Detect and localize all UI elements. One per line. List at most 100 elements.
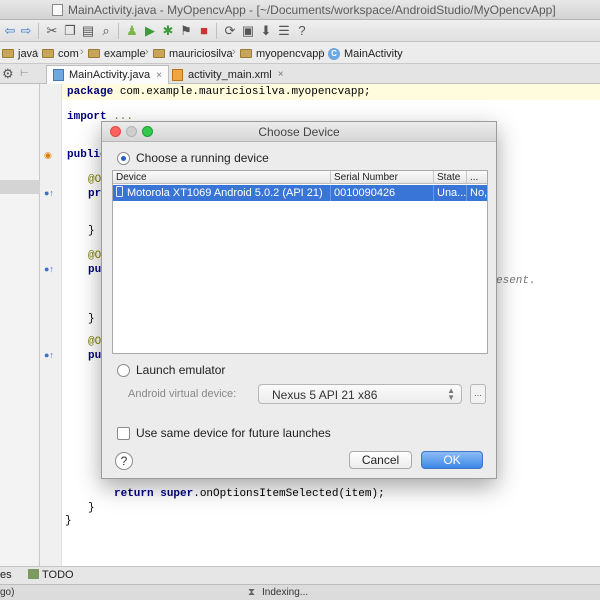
device-table-header: Device Serial Number State ...	[113, 171, 487, 184]
avd-select[interactable]: Nexus 5 API 21 x86 ▲ ▼	[258, 384, 462, 404]
breadcrumb-item-java[interactable]: java	[2, 46, 38, 61]
paste-icon[interactable]: ▤	[80, 23, 96, 39]
help-icon[interactable]: ?	[294, 23, 310, 39]
code-method-start: pr	[88, 188, 102, 200]
running-device-radio-row[interactable]: Choose a running device	[117, 151, 269, 165]
toolbar-separator	[216, 23, 217, 39]
copy-icon[interactable]: ❐	[62, 23, 78, 39]
code-annotation: @O	[88, 174, 102, 186]
sdk-manager-icon[interactable]: ⬇	[258, 23, 274, 39]
folder-icon	[42, 49, 54, 58]
run-icon[interactable]: ▶	[142, 23, 158, 39]
state-cell: Una...	[434, 185, 467, 201]
same-device-checkbox-row[interactable]: Use same device for future launches	[117, 426, 331, 440]
override-marker-icon[interactable]: ●↑	[44, 350, 54, 360]
launch-emulator-label: Launch emulator	[136, 363, 226, 377]
breadcrumb-item-myopencvapp[interactable]: myopencvapp	[240, 46, 325, 61]
attach-debugger-icon[interactable]: ⚑	[178, 23, 194, 39]
code-method-start: pu	[88, 350, 102, 362]
toolbar-separator	[38, 23, 39, 39]
folder-icon	[88, 49, 100, 58]
tab-mainactivity-java[interactable]: MainActivity.java ×	[46, 65, 169, 84]
override-marker-icon[interactable]: ●↑	[44, 264, 54, 274]
breadcrumb-separator: ›	[80, 46, 84, 58]
avd-manager-icon[interactable]: ▣	[240, 23, 256, 39]
find-icon[interactable]: ⌕	[98, 23, 114, 39]
window-title: MainActivity.java - MyOpencvApp - [~/Doc…	[68, 3, 556, 17]
avd-selected-value: Nexus 5 API 21 x86	[272, 388, 378, 402]
status-message: go)	[0, 587, 15, 598]
avd-label: Android virtual device:	[128, 388, 237, 400]
breadcrumb-separator: ›	[34, 46, 38, 58]
launch-emulator-radio-row[interactable]: Launch emulator	[117, 363, 225, 377]
running-device-radio[interactable]	[117, 151, 130, 165]
breadcrumb-item-example[interactable]: example	[88, 46, 146, 61]
editor-tabs: ⚙ ⊢ MainActivity.java × activity_main.xm…	[0, 64, 600, 84]
dialog-title: Choose Device	[258, 125, 340, 139]
java-file-icon	[53, 69, 64, 81]
column-header-device[interactable]: Device	[113, 171, 331, 184]
column-header-serial[interactable]: Serial Number	[331, 171, 434, 184]
column-header-state[interactable]: State	[434, 171, 467, 184]
tab-activity-main-xml[interactable]: activity_main.xml ×	[166, 65, 290, 84]
folder-icon	[2, 49, 14, 58]
code-brace: }	[65, 515, 72, 527]
toolbar-separator	[118, 23, 119, 39]
folder-icon	[153, 49, 165, 58]
xml-file-icon	[172, 68, 183, 81]
tool-window-messages[interactable]: es	[0, 569, 12, 581]
help-button[interactable]: ?	[115, 452, 133, 470]
browse-avd-button[interactable]: ...	[470, 384, 486, 404]
close-icon[interactable]: ×	[278, 69, 284, 80]
back-arrow-icon[interactable]: ⇦	[2, 23, 18, 39]
launch-emulator-radio[interactable]	[117, 363, 130, 377]
project-panel[interactable]	[0, 84, 40, 566]
sync-icon[interactable]: ⟳	[222, 23, 238, 39]
selected-tree-item[interactable]	[0, 180, 40, 194]
todo-icon	[28, 569, 39, 579]
breadcrumb-separator: ›	[320, 46, 324, 58]
breadcrumb-item-mauriciosilva[interactable]: mauriciosilva	[153, 46, 233, 61]
same-device-label: Use same device for future launches	[136, 426, 331, 440]
code-comment: esent.	[496, 275, 536, 287]
forward-arrow-icon[interactable]: ⇨	[18, 23, 34, 39]
same-device-checkbox[interactable]	[117, 426, 130, 440]
tool-window-bar: es TODO	[0, 566, 600, 584]
code-brace: }	[88, 225, 95, 237]
window-title-bar: MainActivity.java - MyOpencvApp - [~/Doc…	[0, 0, 600, 20]
status-bar: go) ⧗ Indexing...	[0, 584, 600, 600]
code-brace: }	[88, 313, 95, 325]
table-row[interactable]: Motorola XT1069 Android 5.0.2 (API 21) 0…	[113, 185, 487, 201]
main-toolbar: ⇦ ⇨ ✂ ❐ ▤ ⌕ ♟ ▶ ✱ ⚑ ■ ⟳ ▣ ⬇ ☰ ?	[0, 20, 600, 42]
ok-button[interactable]: OK	[421, 451, 483, 469]
breadcrumb-separator: ›	[232, 46, 236, 58]
cancel-button[interactable]: Cancel	[349, 451, 412, 469]
dialog-title-bar: Choose Device	[102, 122, 496, 142]
tool-window-todo[interactable]: TODO	[28, 569, 74, 581]
device-cell: Motorola XT1069 Android 5.0.2 (API 21)	[113, 185, 331, 201]
gear-icon[interactable]: ⚙	[2, 66, 14, 82]
editor-gutter[interactable]: ◉ ●↑ ●↑ ●↑	[40, 84, 62, 566]
monitor-icon[interactable]: ☰	[276, 23, 292, 39]
select-arrows-icon: ▲ ▼	[447, 386, 455, 402]
column-header-more[interactable]: ...	[467, 171, 487, 184]
folder-icon	[240, 49, 252, 58]
indexing-status: Indexing...	[262, 587, 309, 598]
hide-panel-icon[interactable]: ⊢	[20, 68, 29, 79]
override-marker-icon[interactable]: ●↑	[44, 188, 54, 198]
android-icon[interactable]: ♟	[124, 23, 140, 39]
close-icon[interactable]: ×	[156, 70, 162, 81]
choose-device-dialog: Choose Device Choose a running device De…	[101, 121, 497, 479]
class-icon: C	[328, 47, 340, 60]
breadcrumb-item-mainactivity[interactable]: C MainActivity	[328, 46, 403, 61]
phone-icon	[116, 186, 123, 197]
stop-icon[interactable]: ■	[196, 23, 212, 39]
device-table[interactable]: Device Serial Number State ... Motorola …	[112, 170, 488, 354]
cut-icon[interactable]: ✂	[44, 23, 60, 39]
class-marker-icon[interactable]: ◉	[44, 150, 54, 160]
breadcrumb-item-com[interactable]: com	[42, 46, 79, 61]
code-line-package: package com.example.mauriciosilva.myopen…	[67, 86, 371, 98]
breadcrumb-separator: ›	[145, 46, 149, 58]
code-brace: }	[88, 502, 95, 514]
debug-icon[interactable]: ✱	[160, 23, 176, 39]
